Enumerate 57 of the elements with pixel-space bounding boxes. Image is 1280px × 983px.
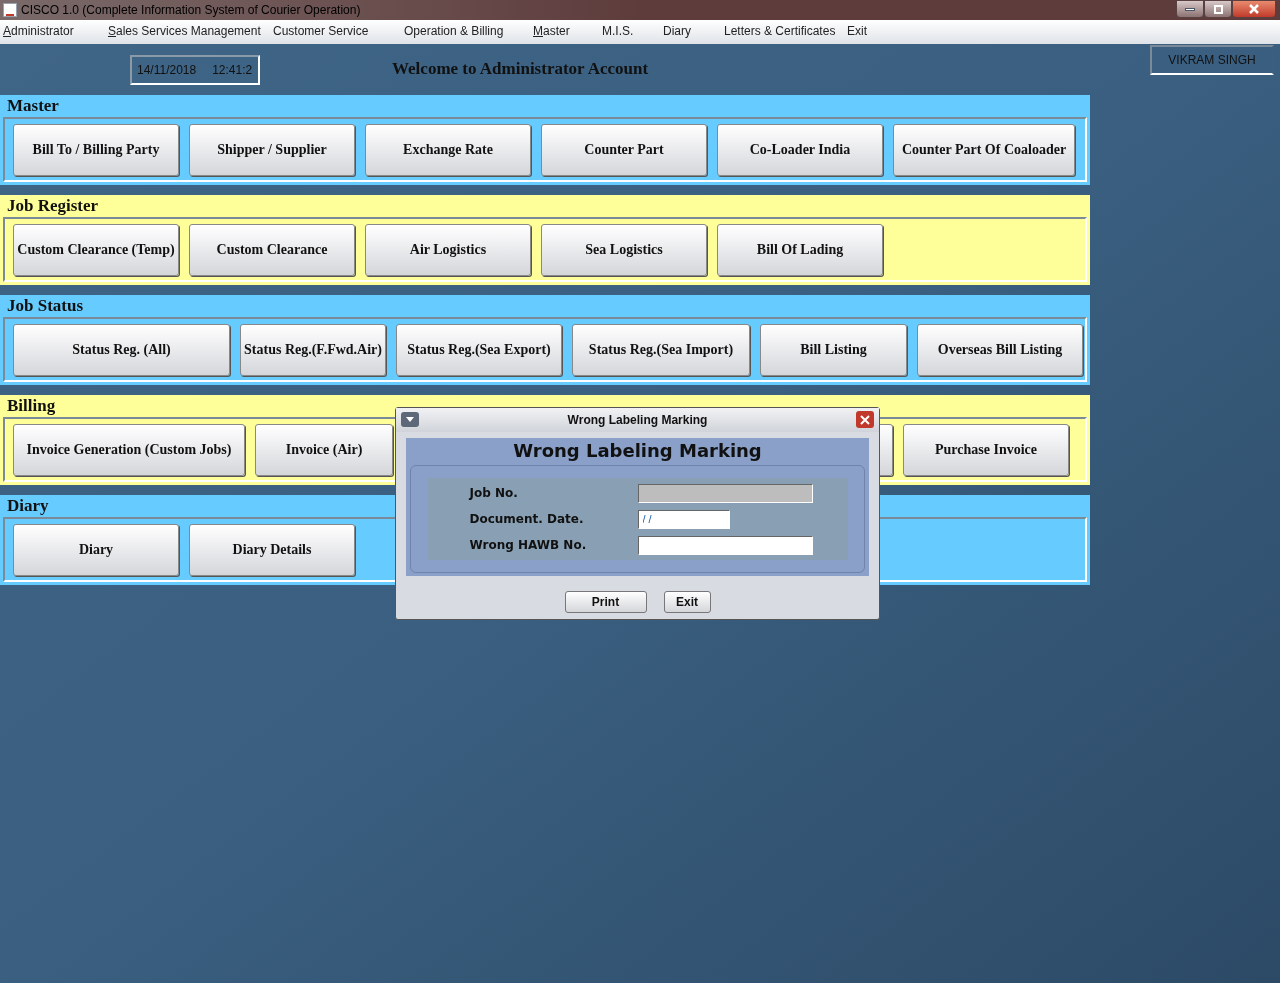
menu-button[interactable]: Custom Clearance (Temp) (13, 223, 179, 276)
menu-item[interactable]: Exit (847, 22, 867, 40)
menu-button[interactable]: Status Reg.(Sea Export) (396, 323, 562, 376)
menu-item[interactable]: Master (533, 22, 570, 40)
input-field[interactable]: / / (637, 509, 730, 529)
menu-button[interactable]: Diary Details (189, 523, 355, 576)
menu-button[interactable]: Overseas Bill Listing (917, 323, 1083, 376)
menu-button[interactable]: Purchase Invoice (903, 423, 1069, 476)
close-icon (1248, 4, 1260, 14)
menu-button[interactable]: Bill Listing (760, 323, 907, 376)
dialog-title: Wrong Labeling Marking (567, 412, 708, 429)
dialog-button[interactable]: Exit (663, 591, 711, 613)
section-title: Job Status (6, 295, 85, 317)
menu-button[interactable]: Shipper / Supplier (189, 123, 355, 176)
menu-button[interactable]: Invoice Generation (Custom Jobs) (13, 423, 245, 476)
menu-button[interactable]: Invoice (Air) (255, 423, 393, 476)
section-title: Diary (6, 495, 50, 517)
close-icon (860, 414, 870, 425)
section-title: Job Register (6, 195, 100, 217)
app-icon (3, 3, 17, 17)
section-title: Billing (6, 395, 57, 417)
maximize-button[interactable] (1204, 0, 1232, 18)
dialog-button[interactable]: Print (564, 591, 647, 613)
window-title: CISCO 1.0 (Complete Information System of Courier Operation) (21, 2, 361, 19)
menu-item[interactable]: M.I.S. (602, 22, 634, 40)
dialog-heading: Wrong Labeling Marking (513, 439, 762, 463)
menu-button[interactable]: Status Reg. (All) (13, 323, 230, 376)
close-button[interactable] (856, 411, 874, 428)
clock-display: 14/11/2018 12:41:2 (130, 55, 260, 85)
menu-button[interactable]: Status Reg.(Sea Import) (572, 323, 750, 376)
field-label: Wrong HAWB No. (469, 537, 588, 554)
minimize-button[interactable] (1176, 0, 1204, 18)
menu-button[interactable]: Bill Of Lading (717, 223, 883, 276)
dropdown-icon[interactable] (401, 412, 419, 427)
menu-button[interactable]: Diary (13, 523, 179, 576)
user-name: VIKRAM SINGH (1150, 45, 1274, 75)
menu-button[interactable]: Air Logistics (365, 223, 531, 276)
menu-button[interactable]: Bill To / Billing Party (13, 123, 179, 176)
menu-item[interactable]: Operation & Billing (404, 22, 504, 40)
menu-item[interactable]: Letters & Certificates (724, 22, 836, 40)
close-button[interactable] (1232, 0, 1276, 18)
menu-button[interactable]: Counter Part (541, 123, 707, 176)
menu-button[interactable]: Exchange Rate (365, 123, 531, 176)
menu-button[interactable]: Status Reg.(F.Fwd.Air) (240, 323, 386, 376)
menu-button[interactable]: Counter Part Of Coaloader (893, 123, 1075, 176)
menu-item[interactable]: Administrator (3, 22, 74, 40)
field-label: Job No. (469, 485, 519, 502)
menu-button[interactable]: Sea Logistics (541, 223, 707, 276)
field-label: Document. Date. (469, 511, 585, 528)
menu-button[interactable]: Custom Clearance (189, 223, 355, 276)
menu-item[interactable]: Customer Service (273, 22, 369, 40)
menu-item[interactable]: Sales Services Management (108, 22, 261, 40)
menu-item[interactable]: Diary (663, 22, 691, 40)
input-field[interactable] (637, 535, 813, 555)
menu-button[interactable]: Co-Loader India (717, 123, 883, 176)
section-title: Master (6, 95, 60, 117)
welcome-heading: Welcome to Administrator Account (392, 58, 649, 80)
